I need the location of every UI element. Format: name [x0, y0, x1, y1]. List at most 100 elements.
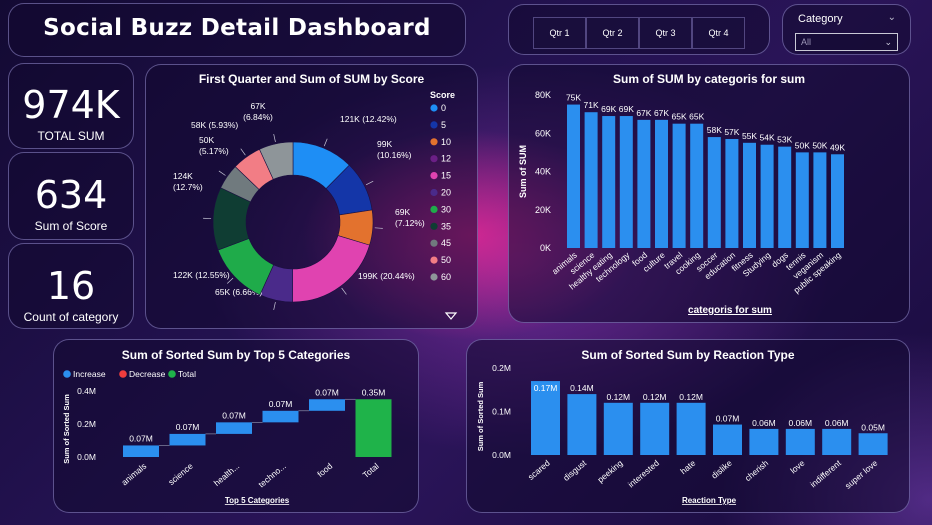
bar-data-label: 55K: [742, 131, 757, 141]
category-bar-chart-panel: Sum of SUM by categoris for sum 0K 20K 40K…: [508, 64, 910, 323]
legend-marker-12: [430, 155, 438, 163]
bar-data-label: 0.05M: [861, 422, 885, 432]
bar-cooking: [690, 123, 704, 248]
bar-data-label: 0.06M: [825, 418, 849, 428]
x-tick-label: science: [166, 461, 195, 487]
bar-data-label: 0.17M: [534, 383, 558, 393]
legend-item-12: 12: [441, 154, 451, 164]
waterfall-bar-1: [169, 433, 206, 446]
donut-leader-line: [341, 287, 347, 295]
bar-indifferent: [822, 428, 852, 455]
legend-item-0: 0: [441, 103, 446, 113]
legend-marker-35: [430, 222, 438, 230]
legend-item-5: 5: [441, 120, 446, 130]
legend-item-30: 30: [441, 204, 451, 214]
waterfall-chart: Increase Decrease Total 0.0M 0.2M 0.4M Sum of …: [62, 369, 392, 505]
qtr-3-button[interactable]: Qtr 3: [639, 17, 692, 49]
waterfall-bar-total: [355, 399, 392, 457]
bar-education: [725, 138, 739, 248]
reaction-bar-chart-panel: Sum of Sorted Sum by Reaction Type 0.0M 0…: [466, 339, 910, 513]
donut-leader-line: [273, 302, 276, 310]
kpi-card-count-of-category: 16 Count of category: [8, 243, 134, 329]
bar-animals: [567, 104, 580, 248]
x-tick-label: disgust: [561, 457, 589, 482]
qtr-4-button[interactable]: Qtr 4: [692, 17, 745, 49]
y-axis-label: Sum of Sorted Sum: [476, 381, 485, 451]
legend-item-decrease: Decrease: [129, 369, 166, 379]
kpi-value: 974K: [22, 83, 120, 127]
legend-marker-0: [430, 104, 438, 112]
bar-disgust: [567, 394, 597, 455]
x-tick-label: dislike: [709, 458, 734, 481]
waterfall-chart-panel: Sum of Sorted Sum by Top 5 Categories In…: [53, 339, 419, 513]
x-tick-label: indifferent: [808, 457, 843, 489]
bar-data-label: 0.12M: [679, 392, 703, 402]
bar-culture: [655, 119, 668, 248]
qtr-1-button[interactable]: Qtr 1: [533, 17, 586, 49]
legend-item-20: 20: [441, 188, 451, 198]
chevron-down-icon[interactable]: ⌄: [888, 12, 896, 23]
legend-scroll-down-icon[interactable]: [444, 312, 458, 320]
waterfall-bar-2: [216, 422, 252, 434]
kpi-card-sum-of-score: 634 Sum of Score: [8, 152, 134, 240]
legend-marker-increase: [63, 370, 71, 378]
x-tick-label: animals: [119, 461, 148, 487]
x-tick-label: hate: [678, 458, 697, 476]
legend-item-total: Total: [178, 369, 196, 379]
donut-data-label: 69K (7.12%): [395, 207, 425, 228]
legend-marker-15: [430, 172, 438, 180]
y-tick-label: 0.0M: [77, 452, 96, 462]
bar-travel: [672, 123, 686, 248]
legend-marker-10: [430, 138, 438, 146]
bar-food: [637, 119, 651, 248]
donut-data-label: 67K (6.84%): [243, 101, 273, 122]
bar-data-label: 49K: [830, 142, 845, 152]
bar-data-label: 71K: [584, 100, 599, 110]
legend-marker-20: [430, 188, 438, 197]
legend-item-50: 50: [441, 255, 451, 265]
bar-technology: [619, 116, 633, 248]
quarter-slicer: Qtr 1 Qtr 2 Qtr 3 Qtr 4: [508, 4, 770, 55]
x-tick-label: peeking: [595, 458, 624, 485]
y-axis-label: Sum of Sorted Sum: [62, 394, 71, 464]
donut-data-label: 50K (5.17%): [199, 135, 229, 156]
waterfall-data-label: 0.07M: [269, 399, 293, 409]
category-bar-chart: 0K20K40K60K80KSum of SUM75Kanimals71Ksci…: [518, 90, 845, 316]
legend-item-15: 15: [441, 171, 451, 181]
y-tick-label: 60K: [535, 128, 551, 138]
dropdown-arrow-icon: ⌄: [884, 37, 892, 47]
bar-dislike: [713, 424, 742, 455]
donut-leader-line: [218, 170, 226, 176]
kpi-label: Sum of Score: [34, 219, 108, 233]
bar-data-label: 69K: [619, 104, 634, 114]
legend-item-45: 45: [441, 238, 451, 248]
bar-data-label: 53K: [777, 135, 792, 145]
bar-data-label: 75K: [566, 93, 581, 103]
y-tick-label: 0.2M: [492, 363, 511, 373]
bar-data-label: 0.07M: [716, 414, 740, 424]
bar-data-label: 50K: [795, 140, 810, 150]
x-tick-label: love: [788, 458, 807, 476]
title-panel: Social Buzz Detail Dashboard: [8, 3, 466, 57]
bar-data-label: 58K: [707, 125, 722, 135]
donut-chart: 121K (12.42%) 99K (10.16%) 69K (7.12%) 199K (…: [173, 90, 458, 320]
qtr-2-button[interactable]: Qtr 2: [586, 17, 639, 49]
kpi-label: TOTAL SUM: [37, 129, 105, 143]
bar-public-speaking: [831, 154, 844, 248]
kpi-value: 634: [34, 173, 108, 217]
bar-healthy-eating: [602, 116, 616, 248]
legend-marker-60: [430, 273, 438, 281]
donut-data-label: 121K (12.42%): [340, 114, 397, 124]
x-axis-label: Top 5 Categories: [225, 496, 290, 505]
category-slicer: Category ⌄ All ⌄: [782, 4, 911, 55]
category-dropdown[interactable]: All ⌄: [795, 33, 898, 51]
y-tick-label: 40K: [535, 167, 551, 177]
donut-leader-line: [323, 138, 328, 147]
donut-leader-line: [240, 148, 246, 156]
bar-data-label: 54K: [760, 133, 775, 143]
donut-chart-panel: First Quarter and Sum of SUM by Score 12…: [145, 64, 478, 329]
y-tick-label: 20K: [535, 205, 551, 215]
x-tick-label: techno...: [256, 461, 287, 490]
kpi-value: 16: [46, 264, 96, 308]
waterfall-data-label: 0.07M: [176, 422, 200, 432]
